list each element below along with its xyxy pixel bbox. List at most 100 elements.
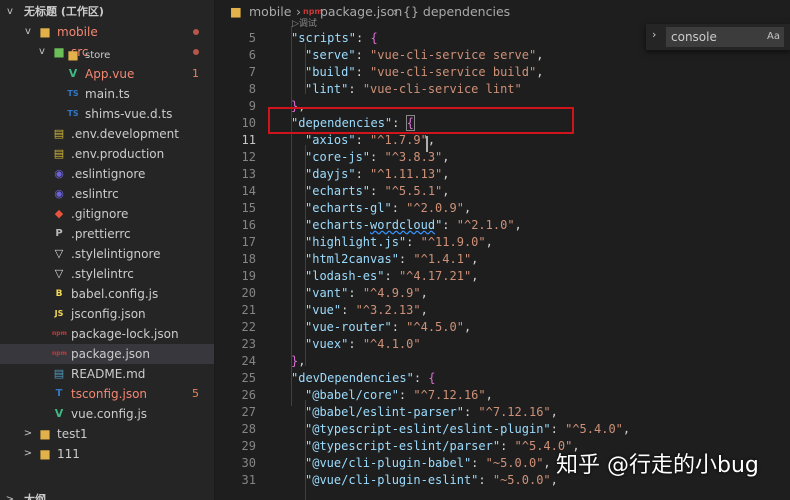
match-case-toggle[interactable]: Aa: [767, 27, 780, 47]
tree-item[interactable]: Ttsconfig.json 5: [0, 384, 214, 404]
line-number: 30: [241, 456, 256, 470]
code-line[interactable]: 25 "devDependencies": {: [216, 370, 790, 387]
tree-item[interactable]: npm package.json: [0, 344, 214, 364]
outline-header[interactable]: > 大纲: [0, 490, 214, 500]
vue-icon: V: [68, 67, 78, 80]
code-line[interactable]: 17 "highlight.js": "^11.9.0",: [216, 234, 790, 251]
code-line[interactable]: 24},: [216, 353, 790, 370]
code-token: ,: [442, 150, 450, 164]
tree-item[interactable]: ◉ .eslintrc: [0, 184, 214, 204]
tree-item[interactable]: V App.vue 1: [0, 64, 214, 84]
tree-item-label: package.json: [71, 347, 151, 361]
breadcrumb-file[interactable]: package.json: [320, 0, 402, 24]
code-token: ,: [442, 184, 450, 198]
text-cursor: [426, 136, 428, 152]
line-number: 23: [241, 337, 256, 351]
code-token: "dayjs": [305, 167, 356, 181]
code-token: "@vue/cli-plugin-eslint": [305, 473, 479, 487]
tree-item[interactable]: > ■ test1: [0, 424, 214, 444]
tree-item[interactable]: TS main.ts: [0, 84, 214, 104]
line-number: 19: [241, 269, 256, 283]
chevron-right-icon[interactable]: ›: [652, 28, 656, 41]
code-token: "lint": [305, 82, 349, 96]
tree-item[interactable]: ▤ README.md: [0, 364, 214, 384]
code-line[interactable]: 22 "vue-router": "^4.5.0",: [216, 319, 790, 336]
code-token: "^4.1.0": [362, 337, 421, 351]
code-token: ,: [442, 167, 450, 181]
code-text: "serve": "vue-cli-service serve",: [305, 47, 543, 64]
breadcrumb: ■ mobile › npm package.json › {} depende…: [216, 0, 790, 29]
code-token: ,: [536, 48, 544, 62]
code-line[interactable]: 11 "axios": "^1.7.9",: [216, 132, 790, 149]
tree-item-label: test1: [57, 427, 88, 441]
workspace-title: 无标题 (工作区): [24, 5, 104, 18]
code-line[interactable]: 28 "@typescript-eslint/eslint-plugin": "^…: [216, 421, 790, 438]
code-line[interactable]: 15 "echarts-gl": "^2.0.9",: [216, 200, 790, 217]
code-token: "^4.9.9": [362, 286, 421, 300]
tree-item[interactable]: ◉ .eslintignore: [0, 164, 214, 184]
code-line[interactable]: 26 "@babel/core": "^7.12.16",: [216, 387, 790, 404]
line-number: 26: [241, 388, 256, 402]
tree-item[interactable]: ▽ .stylelintrc: [0, 264, 214, 284]
workspace-header[interactable]: v 无标题 (工作区): [0, 2, 214, 22]
tree-item[interactable]: ▤ .env.development: [0, 124, 214, 144]
code-text: "scripts": {: [291, 30, 378, 47]
tree-item[interactable]: Vvue.config.js: [0, 404, 214, 424]
chevron-down-icon: v: [25, 26, 31, 37]
line-number: 15: [241, 201, 256, 215]
code-token: ,: [622, 422, 631, 436]
code-token: {: [370, 31, 378, 45]
code-line[interactable]: 21 "vue": "^3.2.13",: [216, 302, 790, 319]
code-token: :: [348, 82, 363, 96]
code-token: :: [355, 133, 371, 147]
code-line[interactable]: 13 "dayjs": "^1.11.13",: [216, 166, 790, 183]
tree-item-label: tsconfig.json: [71, 387, 148, 401]
tree-item[interactable]: ◆ .gitignore: [0, 204, 214, 224]
tree-item[interactable]: TS shims-vue.d.ts: [0, 104, 214, 124]
find-input[interactable]: console Aa: [666, 27, 784, 47]
folder-icon: ■: [39, 25, 51, 39]
tree-item[interactable]: JS jsconfig.json: [0, 304, 214, 324]
code-line[interactable]: 27 "@babel/eslint-parser": "^7.12.16",: [216, 404, 790, 421]
tsconfig-icon: T: [55, 388, 63, 399]
code-token: "@typescript-eslint/parser": [305, 439, 501, 453]
code-token: "@typescript-eslint/eslint-plugin": [305, 422, 551, 436]
line-number: 7: [248, 65, 256, 79]
code-token: {: [428, 371, 436, 385]
breadcrumb-folder[interactable]: mobile: [249, 0, 291, 24]
code-line[interactable]: 23 "vuex": "^4.1.0": [216, 336, 790, 353]
code-line[interactable]: 16 "echarts-wordcloud": "^2.1.0",: [216, 217, 790, 234]
code-editor[interactable]: 5 "scripts": {6 "serve": "vue-cli-service …: [216, 26, 790, 500]
code-line[interactable]: 20 "vant": "^4.9.9",: [216, 285, 790, 302]
code-token: "vue-cli-service build": [370, 65, 537, 79]
code-line[interactable]: 19 "lodash-es": "^4.17.21",: [216, 268, 790, 285]
code-token: "^7.12.16": [413, 388, 486, 402]
code-line[interactable]: 7 "build": "vue-cli-service build",: [216, 64, 790, 81]
tree-item[interactable]: P .prettierrc: [0, 224, 214, 244]
code-token: "@babel/core": [305, 388, 399, 402]
code-text: "lodash-es": "^4.17.21",: [305, 268, 478, 285]
line-number: 5: [248, 31, 256, 45]
tree-item[interactable]: ▤ .env.production: [0, 144, 214, 164]
code-line[interactable]: 14 "echarts": "^5.5.1",: [216, 183, 790, 200]
code-line[interactable]: 12 "core-js": "^3.8.3",: [216, 149, 790, 166]
tree-item[interactable]: > ■ 111: [0, 444, 214, 464]
tree-item[interactable]: npm package-lock.json: [0, 324, 214, 344]
breadcrumb-symbol[interactable]: {} dependencies: [403, 0, 510, 24]
code-line[interactable]: 8 "lint": "vue-cli-service lint": [216, 81, 790, 98]
line-number: 27: [241, 405, 256, 419]
env-icon: ▤: [53, 127, 65, 140]
tree-item[interactable]: ▽ .stylelintignore: [0, 244, 214, 264]
tree-item[interactable]: ■ store: [0, 48, 214, 64]
code-token: ,: [471, 252, 479, 266]
code-token: ,: [471, 269, 479, 283]
chevron-right-icon: >: [23, 448, 33, 459]
chevron-down-icon: v: [7, 6, 13, 17]
code-text: "@vue/cli-plugin-babel": "~5.0.0",: [305, 455, 551, 472]
tree-item[interactable]: v ■ mobile: [0, 22, 214, 42]
code-token: :: [355, 65, 371, 79]
tree-item[interactable]: Bbabel.config.js: [0, 284, 214, 304]
code-token: :: [398, 388, 414, 402]
code-token: "html2canvas": [305, 252, 399, 266]
code-line[interactable]: 18 "html2canvas": "^1.4.1",: [216, 251, 790, 268]
